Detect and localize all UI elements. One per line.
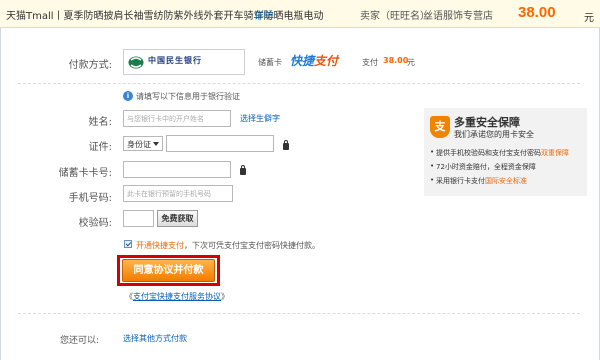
security-item-text: 72小时资金赔付，全程资金保障	[436, 163, 536, 171]
divider	[18, 313, 580, 314]
security-item: 72小时资金赔付，全程资金保障	[430, 162, 536, 172]
other-payment-link[interactable]: 选择其他方式付款	[123, 333, 187, 344]
pay-unit: 元	[407, 58, 415, 67]
security-item: 提供手机校验码和支付宝支付密码双重保障	[430, 148, 569, 158]
name-label: 姓名:	[88, 117, 112, 128]
express-pay-logo: 快捷支付	[290, 52, 338, 69]
card-type: 储蓄卡	[258, 58, 282, 67]
chevron-down-icon	[153, 142, 159, 146]
order-header: 天猫Tmall丨夏季防晒披肩长袖雪纺防紫外线外套开车骑车防晒电瓶电动 详单 卖家…	[0, 0, 600, 28]
order-amount: 38.00	[518, 4, 556, 21]
code-label: 校验码:	[78, 218, 112, 229]
info-icon: i	[123, 91, 133, 101]
agreement-link[interactable]: 支付宝快捷支付服务协议	[133, 292, 221, 301]
bank-name: 中国民生银行	[148, 56, 202, 65]
security-subtitle: 我们承诺您的用卡安全	[454, 130, 534, 139]
alipay-shield-icon: 支	[430, 116, 450, 138]
order-detail-link[interactable]: 详单	[254, 7, 274, 22]
agreement-close-bracket: 》	[221, 292, 229, 301]
lock-icon	[240, 165, 246, 175]
order-amount-unit: 元	[584, 13, 594, 24]
phone-label: 手机号码:	[68, 193, 112, 204]
payment-method-label: 付款方式:	[68, 60, 112, 71]
express-option-text: 开通快捷支付，下次可凭支付宝支付密码快捷付款。	[136, 240, 320, 251]
lock-icon	[283, 140, 289, 150]
security-item-text: 提供手机校验码和支付宝支付密码	[436, 149, 541, 157]
order-title: 天猫Tmall丨夏季防晒披肩长袖雪纺防紫外线外套开车骑车防晒电瓶电动	[6, 11, 324, 22]
pay-amount: 38.00	[383, 56, 409, 65]
security-item-highlight: 国际安全标准	[485, 177, 527, 185]
id-number-input[interactable]	[166, 135, 274, 152]
express-pay-logo-part2: 支付	[314, 54, 339, 68]
agreement-text: 《支付宝快捷支付服务协议》	[125, 291, 229, 302]
express-pay-logo-part1: 快捷	[290, 54, 315, 68]
phone-input[interactable]: 此卡在银行预留的手机号码	[123, 185, 233, 202]
verification-tip: 请填写以下信息用于银行验证	[136, 92, 240, 101]
enable-express-checkbox[interactable]	[124, 240, 132, 248]
name-input[interactable]: 与您银行卡中的开户姓名	[123, 110, 231, 127]
card-number-input[interactable]	[123, 161, 231, 178]
security-item-highlight: 双重保障	[541, 149, 569, 157]
bank-selector[interactable]: 中国民生银行	[123, 49, 245, 75]
other-options-label: 您还可以:	[60, 336, 100, 346]
security-title: 多重安全保障	[454, 116, 520, 129]
id-type-select[interactable]: 身份证	[123, 136, 163, 151]
seller-name: 丝语服饰专营店	[423, 11, 493, 22]
rare-character-link[interactable]: 选择生僻字	[240, 113, 280, 124]
id-type-value: 身份证	[127, 140, 151, 149]
card-number-label: 储蓄卡卡号:	[58, 168, 112, 179]
get-code-button[interactable]: 免费获取	[157, 210, 198, 227]
divider	[18, 83, 580, 84]
agree-and-pay-button[interactable]: 同意协议并付款	[122, 259, 215, 282]
agreement-open-bracket: 《	[125, 292, 133, 301]
security-item: 采用银行卡支付国际安全标准	[430, 176, 527, 186]
express-option-highlight: 开通快捷支付	[136, 241, 184, 250]
minsheng-bank-logo-icon	[128, 56, 144, 69]
pay-label: 支付	[362, 58, 378, 67]
security-guarantee-box: 支 多重安全保障 我们承诺您的用卡安全 提供手机校验码和支付宝支付密码双重保障 …	[424, 108, 587, 196]
express-option-rest: ，下次可凭支付宝支付密码快捷付款。	[184, 241, 320, 250]
code-input[interactable]	[123, 210, 154, 227]
id-label: 证件:	[88, 142, 112, 153]
security-item-text: 采用银行卡支付	[436, 177, 485, 185]
